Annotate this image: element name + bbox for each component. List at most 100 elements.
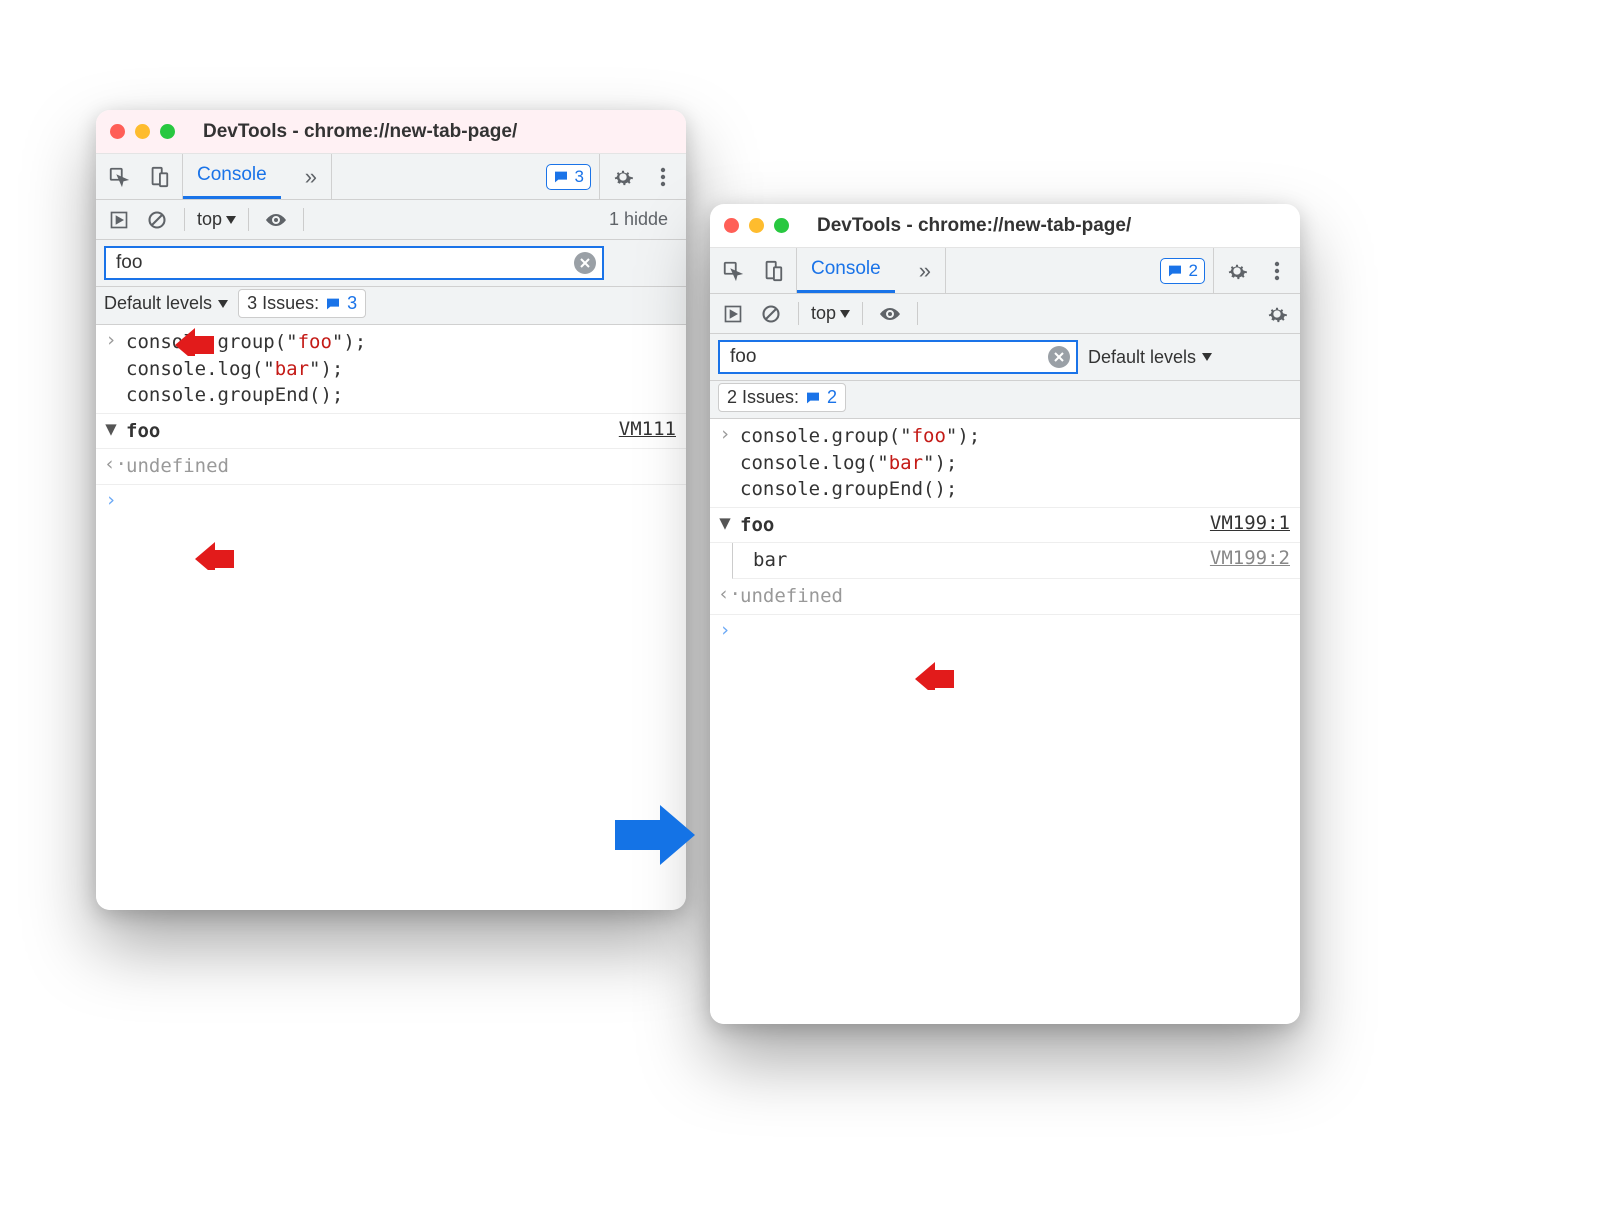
filter-input[interactable]: [728, 345, 1040, 369]
sidebar-gear-icon[interactable]: [1262, 299, 1292, 329]
code-content: console.group("foo"); console.log("bar")…: [126, 329, 676, 409]
levels-label: Default levels: [104, 293, 212, 314]
levels-selector[interactable]: Default levels: [1088, 347, 1212, 368]
filter-row: [96, 240, 686, 287]
prompt-caret-icon: ›: [104, 489, 118, 511]
execution-play-icon[interactable]: [718, 299, 748, 329]
console-group-row[interactable]: ▼ foo VM199:1: [710, 508, 1300, 544]
undefined-text: undefined: [126, 453, 676, 480]
zoom-dot[interactable]: [774, 218, 789, 233]
filter-row: Default levels: [710, 334, 1300, 381]
more-tabs-icon[interactable]: »: [905, 258, 945, 284]
tab-console[interactable]: Console: [183, 154, 281, 199]
device-icon[interactable]: [758, 256, 788, 286]
issues-label: 2 Issues:: [727, 387, 799, 408]
filter-row-2: Default levels 3 Issues: 3: [96, 287, 686, 325]
zoom-dot[interactable]: [160, 124, 175, 139]
live-expression-icon[interactable]: [261, 205, 291, 235]
group-name: foo: [126, 418, 611, 445]
console-return-row: ‹· undefined: [710, 579, 1300, 615]
console-input-echo: › console.group("foo"); console.log("bar…: [710, 419, 1300, 508]
issues-button[interactable]: 2 Issues: 2: [718, 383, 846, 412]
console-prompt[interactable]: ›: [710, 615, 1300, 645]
console-output: › console.group("foo"); console.log("bar…: [710, 419, 1300, 1024]
kebab-icon[interactable]: [1262, 256, 1292, 286]
device-icon[interactable]: [144, 162, 174, 192]
chevron-down-icon: [1202, 353, 1212, 361]
console-return-row: ‹· undefined: [96, 449, 686, 485]
issues-count: 2: [827, 387, 837, 408]
filter-input[interactable]: [114, 251, 566, 275]
prompt-caret-icon: ›: [718, 619, 732, 641]
filter-input-wrap: [104, 246, 604, 280]
code-content: console.group("foo"); console.log("bar")…: [740, 423, 1290, 503]
messages-badge[interactable]: 2: [1160, 258, 1205, 284]
chat-icon: [1167, 263, 1183, 279]
return-icon: ‹·: [718, 583, 732, 605]
filter-row-2: 2 Issues: 2: [710, 381, 1300, 419]
inspect-icon[interactable]: [718, 256, 748, 286]
execution-play-icon[interactable]: [104, 205, 134, 235]
context-selector[interactable]: top: [197, 209, 236, 230]
close-dot[interactable]: [724, 218, 739, 233]
source-link[interactable]: VM199:1: [1210, 512, 1290, 534]
gear-icon[interactable]: [1222, 256, 1252, 286]
inspect-icon[interactable]: [104, 162, 134, 192]
badge-count: 2: [1189, 261, 1198, 281]
disclosure-triangle-icon[interactable]: ▼: [104, 418, 118, 440]
window-controls: [724, 218, 789, 233]
issues-label: 3 Issues:: [247, 293, 319, 314]
live-expression-icon[interactable]: [875, 299, 905, 329]
titlebar[interactable]: DevTools - chrome://new-tab-page/: [710, 204, 1300, 248]
window-controls: [110, 124, 175, 139]
chat-icon: [325, 296, 341, 312]
main-toolbar: Console » 2: [710, 248, 1300, 294]
group-name: foo: [740, 512, 1202, 539]
tab-label: Console: [197, 164, 267, 186]
minimize-dot[interactable]: [749, 218, 764, 233]
window-title: DevTools - chrome://new-tab-page/: [817, 215, 1131, 237]
clear-filter-icon[interactable]: [574, 252, 596, 274]
return-icon: ‹·: [104, 453, 118, 475]
titlebar[interactable]: DevTools - chrome://new-tab-page/: [96, 110, 686, 154]
disclosure-triangle-icon[interactable]: ▼: [718, 512, 732, 534]
chevron-down-icon: [840, 310, 850, 318]
source-link[interactable]: VM199:2: [1210, 547, 1290, 569]
hidden-count: 1 hidde: [609, 209, 678, 230]
console-subbar: top: [710, 294, 1300, 334]
tab-console[interactable]: Console: [797, 248, 895, 293]
devtools-window-left: DevTools - chrome://new-tab-page/ Consol…: [96, 110, 686, 910]
caret-icon: ›: [104, 329, 118, 351]
console-log-row: bar VM199:2: [732, 543, 1300, 579]
context-selector[interactable]: top: [811, 303, 850, 324]
messages-badge[interactable]: 3: [546, 164, 591, 190]
chevron-down-icon: [226, 216, 236, 224]
chevron-down-icon: [218, 300, 228, 308]
levels-selector[interactable]: Default levels: [104, 293, 228, 314]
issues-count: 3: [347, 293, 357, 314]
context-label: top: [811, 303, 836, 324]
console-group-row[interactable]: ▼ foo VM111: [96, 414, 686, 450]
chat-icon: [553, 169, 569, 185]
more-tabs-icon[interactable]: »: [291, 164, 331, 190]
devtools-window-right: DevTools - chrome://new-tab-page/ Consol…: [710, 204, 1300, 1024]
kebab-icon[interactable]: [648, 162, 678, 192]
console-prompt[interactable]: ›: [96, 485, 686, 515]
context-label: top: [197, 209, 222, 230]
badge-count: 3: [575, 167, 584, 187]
minimize-dot[interactable]: [135, 124, 150, 139]
source-link[interactable]: VM111: [619, 418, 676, 440]
clear-console-icon[interactable]: [142, 205, 172, 235]
console-input-echo: › console.group("foo"); console.log("bar…: [96, 325, 686, 414]
window-title: DevTools - chrome://new-tab-page/: [203, 121, 517, 143]
console-output: › console.group("foo"); console.log("bar…: [96, 325, 686, 910]
gear-icon[interactable]: [608, 162, 638, 192]
clear-console-icon[interactable]: [756, 299, 786, 329]
filter-input-wrap: [718, 340, 1078, 374]
close-dot[interactable]: [110, 124, 125, 139]
tab-label: Console: [811, 258, 881, 280]
caret-icon: ›: [718, 423, 732, 445]
clear-filter-icon[interactable]: [1048, 346, 1070, 368]
chat-icon: [805, 390, 821, 406]
issues-button[interactable]: 3 Issues: 3: [238, 289, 366, 318]
